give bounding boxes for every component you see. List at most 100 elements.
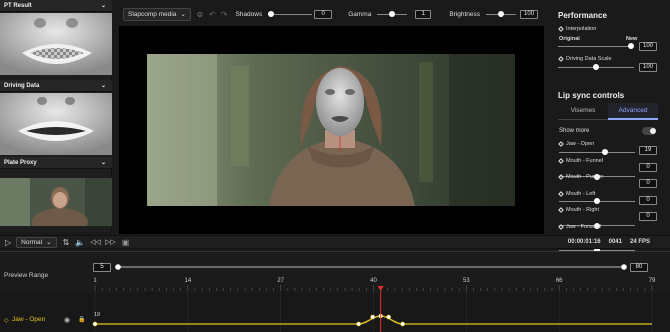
pt-result-title: PT Result xyxy=(4,2,32,9)
keyframe-point xyxy=(386,314,391,320)
chevron-down-icon[interactable]: ⌄ xyxy=(101,2,106,9)
media-select-value: Slapcomp media xyxy=(128,10,177,18)
track-label: Jaw - Open xyxy=(12,316,46,323)
slider-knob[interactable] xyxy=(628,43,634,49)
slider-knob[interactable] xyxy=(268,11,275,17)
clapper-icon[interactable]: ▣ xyxy=(122,238,130,247)
speed-select[interactable]: Normal ⌄ xyxy=(16,236,57,248)
interpolation-slider[interactable] xyxy=(558,42,634,51)
lip-sync-title: Lip sync controls xyxy=(558,91,625,100)
gamma-value[interactable]: 1 xyxy=(415,9,432,19)
next-frame-icon[interactable]: ▷▷ xyxy=(105,238,116,246)
control-value[interactable]: 0 xyxy=(639,195,657,205)
face-icon[interactable]: ☺ xyxy=(196,10,204,19)
ruler-tick-label: 40 xyxy=(370,278,377,284)
driving-scale-label: Driving Data Scale xyxy=(558,56,612,62)
brightness-slider[interactable] xyxy=(486,10,517,18)
loop-icon[interactable]: ⇅ xyxy=(63,238,70,247)
timeline-ruler: 1 14 27 40 53 66 79 xyxy=(93,278,656,291)
interpolation-label-text: Interpolation xyxy=(566,26,597,32)
control-slider[interactable] xyxy=(559,148,635,156)
plate-proxy-title: Plate Proxy xyxy=(4,159,37,166)
chevron-down-icon[interactable]: ⌄ xyxy=(101,82,106,89)
slider-knob[interactable] xyxy=(601,149,608,155)
shadows-label: Shadows xyxy=(235,10,263,18)
undo-icon[interactable]: ↶ xyxy=(209,10,216,19)
play-icon[interactable]: ▷ xyxy=(5,238,11,247)
chevron-down-icon[interactable]: ⌄ xyxy=(101,159,106,166)
control-label-text: Mouth - Left xyxy=(566,190,596,197)
keyframe-diamond-icon[interactable] xyxy=(558,56,564,62)
chevron-down-icon: ⌄ xyxy=(180,11,186,18)
control-label: Mouth - Pucker xyxy=(558,174,604,180)
ruler-tick-label: 53 xyxy=(463,278,470,284)
driving-data-header[interactable]: Driving Data ⌄ xyxy=(0,80,112,92)
control-label: Mouth - Funnel xyxy=(558,157,603,164)
control-label-text: Mouth - Pucker xyxy=(566,174,604,180)
ruler-tick-label: 66 xyxy=(556,278,563,284)
frame-number: 0041 xyxy=(608,239,622,245)
shadows-slider[interactable] xyxy=(268,10,313,18)
control-label-text: Jaw - Open xyxy=(566,141,595,147)
control-value[interactable]: 0 xyxy=(639,212,657,221)
driving-scale-label-text: Driving Data Scale xyxy=(566,56,612,62)
control-label: Mouth - Right xyxy=(558,207,600,213)
range-end-handle xyxy=(621,264,627,270)
shadows-value[interactable]: 0 xyxy=(314,9,333,19)
control-value[interactable]: 0 xyxy=(639,162,657,172)
brightness-value[interactable]: 100 xyxy=(520,9,539,19)
gamma-label: Gamma xyxy=(348,10,372,18)
keyframe-diamond-icon[interactable] xyxy=(558,174,564,180)
keyframe-diamond-icon[interactable] xyxy=(558,207,564,213)
track-area xyxy=(0,292,670,332)
control-slider[interactable] xyxy=(559,197,635,205)
pt-result-header[interactable]: PT Result ⌄ xyxy=(0,0,112,12)
gamma-slider[interactable] xyxy=(377,10,408,18)
media-select[interactable]: Slapcomp media ⌄ xyxy=(123,7,191,21)
viewport-toolbar: Slapcomp media ⌄ ☺ ↶ ↷ Shadows 0 Gamma 1… xyxy=(119,3,544,25)
slider-knob[interactable] xyxy=(389,11,396,17)
redo-icon[interactable]: ↷ xyxy=(221,10,228,19)
ruler-tick-label: 1 xyxy=(93,278,97,284)
slider-knob[interactable] xyxy=(498,11,505,17)
show-more-toggle[interactable] xyxy=(642,127,656,135)
driving-data-title: Driving Data xyxy=(4,82,40,89)
visibility-eye-icon[interactable]: ◉ xyxy=(64,316,70,324)
plate-proxy-thumbnail xyxy=(0,178,112,226)
interpolation-value[interactable]: 100 xyxy=(639,42,657,51)
slider-knob[interactable] xyxy=(593,64,599,70)
control-value[interactable]: 0 xyxy=(639,179,657,188)
show-more-label: Show more xyxy=(559,128,590,134)
slider-knob[interactable] xyxy=(594,198,600,204)
driving-scale-slider[interactable] xyxy=(558,63,634,72)
keyframe-diamond-icon[interactable] xyxy=(558,26,564,32)
keyframe-diamond-icon[interactable]: ◇ xyxy=(4,317,9,324)
keyframe-diamond-icon[interactable] xyxy=(558,190,564,197)
lip-sync-tabs: Visemes Advanced xyxy=(558,103,658,120)
volume-icon[interactable]: 🔈 xyxy=(75,238,85,247)
driving-data-preview xyxy=(0,93,112,155)
tab-advanced[interactable]: Advanced xyxy=(608,103,658,120)
control-label: Jaw - Open xyxy=(558,141,595,147)
driving-scale-value[interactable]: 100 xyxy=(639,63,657,72)
video-viewport[interactable] xyxy=(119,26,544,234)
range-start-handle xyxy=(115,264,121,270)
keyframe-diamond-icon[interactable] xyxy=(558,141,564,147)
lock-icon[interactable]: 🔒 xyxy=(78,316,85,323)
plate-proxy-header[interactable]: Plate Proxy ⌄ xyxy=(0,157,112,169)
keyframe-diamond-icon[interactable] xyxy=(558,157,564,164)
prev-frame-icon[interactable]: ◁◁ xyxy=(90,238,101,246)
keyframe-diamond-icon[interactable] xyxy=(558,223,564,230)
control-label-text: Mouth - Right xyxy=(566,207,600,213)
timeline-graph[interactable]: 1 14 27 40 53 66 79 xyxy=(0,252,670,332)
playhead-handle xyxy=(377,286,384,291)
timecode: 00:00:01:16 xyxy=(567,239,601,245)
chevron-down-icon: ⌄ xyxy=(46,239,52,246)
video-frame xyxy=(147,54,515,206)
performance-title: Performance xyxy=(558,11,607,20)
tab-visemes[interactable]: Visemes xyxy=(558,103,608,120)
control-value[interactable]: 19 xyxy=(639,146,657,155)
track-start-value: 19 xyxy=(94,312,101,318)
pt-result-preview xyxy=(0,13,112,75)
fps-readout: 24 FPS xyxy=(629,239,650,245)
